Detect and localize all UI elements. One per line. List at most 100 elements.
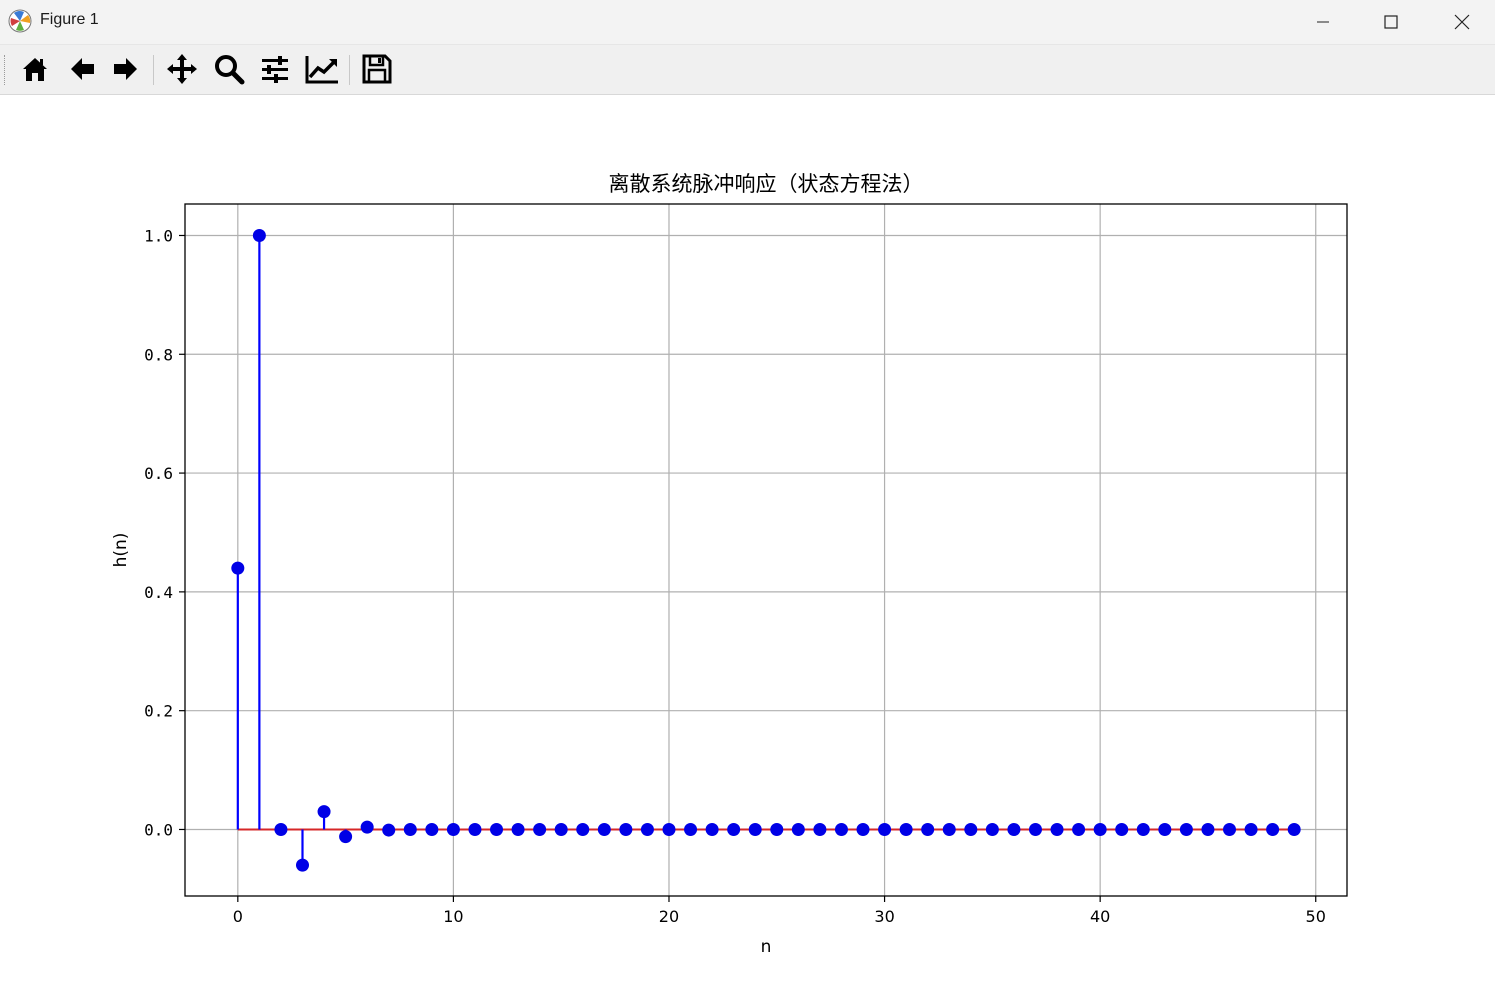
matplotlib-logo-icon	[8, 9, 32, 33]
stem-marker	[921, 822, 935, 836]
x-tick-label: 10	[443, 907, 463, 926]
x-tick-label: 30	[874, 907, 894, 926]
chart-title: 离散系统脉冲响应（状态方程法）	[609, 172, 924, 196]
stem-marker	[748, 822, 762, 836]
configure-subplots-icon	[262, 56, 288, 83]
grid	[185, 204, 1347, 896]
home-button[interactable]	[17, 51, 53, 87]
back-button[interactable]	[63, 51, 99, 87]
stem-marker	[425, 822, 439, 836]
stem-marker	[274, 822, 288, 836]
stem-marker	[1179, 822, 1193, 836]
stem-marker	[1244, 822, 1258, 836]
stem-marker	[382, 823, 396, 837]
navigation-toolbar	[0, 45, 1495, 95]
save-button[interactable]	[359, 51, 395, 87]
stem-marker	[1072, 822, 1086, 836]
edit-axis-button[interactable]	[304, 51, 340, 87]
stem-marker	[446, 822, 460, 836]
stem-marker	[856, 822, 870, 836]
toolbar-separator	[349, 55, 350, 85]
stem-marker	[705, 822, 719, 836]
stem-marker	[640, 822, 654, 836]
stem-marker	[576, 822, 590, 836]
x-tick-label: 40	[1090, 907, 1110, 926]
edit-axis-icon	[305, 56, 338, 84]
stem-marker	[684, 822, 698, 836]
toolbar-separator	[153, 55, 154, 85]
stem-marker	[403, 822, 417, 836]
stem-marker	[1028, 822, 1042, 836]
minimize-button[interactable]	[1288, 0, 1358, 44]
maximize-icon	[1384, 15, 1398, 29]
stem-marker	[1287, 822, 1301, 836]
y-tick-label: 0.6	[144, 464, 173, 483]
x-tick-label: 20	[659, 907, 679, 926]
window-title: Figure 1	[40, 11, 99, 28]
stem-marker	[770, 822, 784, 836]
y-tick-label: 0.8	[144, 345, 173, 364]
stem-marker	[791, 822, 805, 836]
stem-marker	[554, 822, 568, 836]
stem-marker	[490, 822, 504, 836]
stem-marker	[1136, 822, 1150, 836]
y-tick-label: 0.0	[144, 820, 173, 839]
stem-marker	[1158, 822, 1172, 836]
y-tick-label: 1.0	[144, 226, 173, 245]
stem-marker	[339, 830, 353, 844]
stem-marker	[511, 822, 525, 836]
home-icon	[23, 58, 47, 81]
stem-marker	[834, 822, 848, 836]
stem-marker	[295, 858, 309, 872]
minimize-icon	[1317, 21, 1329, 23]
axes-frame	[184, 203, 1348, 897]
stem-marker	[1115, 822, 1129, 836]
close-button[interactable]	[1427, 0, 1495, 44]
configure-subplots-button[interactable]	[257, 51, 293, 87]
x-axis-label: n	[761, 937, 772, 957]
y-tick-label: 0.2	[144, 702, 173, 721]
stem-marker	[468, 822, 482, 836]
stem-marker	[964, 822, 978, 836]
y-axis-label: h(n)	[111, 533, 131, 568]
pan-button[interactable]	[164, 51, 200, 87]
stem-marker	[252, 228, 266, 242]
ticks-layer: 0 10 20 30 40 50 0.0 0.2 0.4 0.6 0.8 1.0	[144, 226, 1326, 926]
stem-marker	[1201, 822, 1215, 836]
maximize-button[interactable]	[1356, 0, 1426, 44]
y-tick-label: 0.4	[144, 583, 173, 602]
pan-move-icon	[167, 54, 197, 84]
stem-marker	[360, 820, 374, 834]
stem-marker	[1266, 822, 1280, 836]
figure-canvas[interactable]: 0 10 20 30 40 50 0.0 0.2 0.4 0.6 0.8 1.0 离散系统脉冲响应（状…	[0, 95, 1495, 994]
stem-marker	[317, 805, 331, 819]
zoom-button[interactable]	[211, 51, 247, 87]
zoom-magnifier-icon	[215, 55, 245, 85]
stem-marker	[662, 822, 676, 836]
stem-marker	[813, 822, 827, 836]
stem-marker	[1223, 822, 1237, 836]
save-floppy-icon	[362, 54, 392, 84]
stem-marker	[942, 822, 956, 836]
stem-layer	[236, 235, 390, 866]
x-tick-label: 50	[1306, 907, 1326, 926]
stem-marker	[231, 561, 245, 575]
window-titlebar: Figure 1	[0, 0, 1495, 45]
stem-marker	[533, 822, 547, 836]
x-tick-label: 0	[233, 907, 243, 926]
stem-marker	[985, 822, 999, 836]
stem-marker	[878, 822, 892, 836]
forward-arrow-icon	[114, 58, 137, 80]
stem-marker	[1093, 822, 1107, 836]
marker-layer	[231, 228, 1301, 872]
forward-button[interactable]	[108, 51, 144, 87]
stem-marker	[597, 822, 611, 836]
back-arrow-icon	[71, 58, 94, 80]
toolbar-grip	[4, 55, 7, 85]
stem-marker	[619, 822, 633, 836]
close-icon	[1454, 14, 1470, 30]
stem-marker	[899, 822, 913, 836]
stem-marker	[1007, 822, 1021, 836]
stem-marker	[1050, 822, 1064, 836]
stem-marker	[727, 822, 741, 836]
